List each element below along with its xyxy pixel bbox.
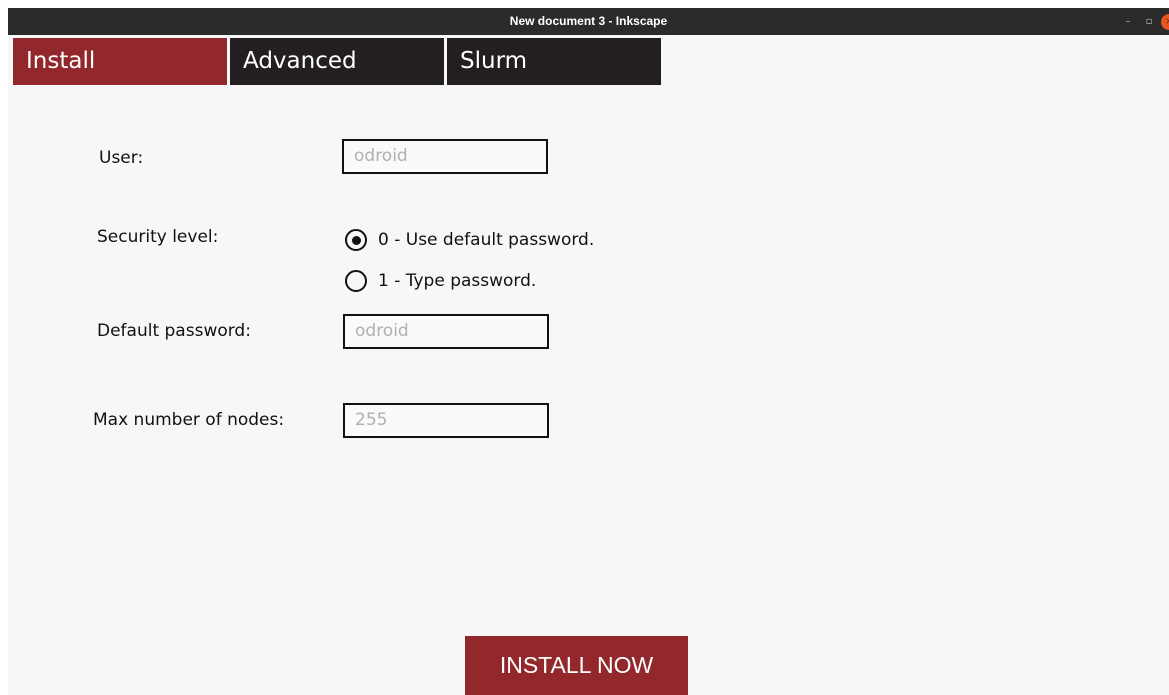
install-now-button[interactable]: INSTALL NOW — [465, 636, 688, 695]
default-password-label: Default password: — [97, 321, 251, 341]
radio-unselected-icon[interactable] — [345, 270, 367, 292]
radio-selected-icon[interactable] — [345, 229, 367, 251]
tab-slurm[interactable]: Slurm — [447, 38, 661, 85]
user-input[interactable]: odroid — [342, 139, 548, 174]
security-option-1[interactable]: 1 - Type password. — [345, 270, 536, 292]
window-title: New document 3 - Inkscape — [509, 14, 668, 28]
radio-dot — [351, 235, 361, 245]
minimize-icon[interactable]: – — [1119, 13, 1137, 31]
close-icon[interactable]: × — [1161, 13, 1169, 30]
maximize-icon[interactable]: ▫ — [1140, 13, 1158, 31]
tab-advanced[interactable]: Advanced — [230, 38, 444, 85]
security-level-label: Security level: — [97, 227, 219, 247]
security-option-0-label: 0 - Use default password. — [378, 230, 595, 250]
title-bar[interactable]: New document 3 - Inkscape – ▫ × — [8, 8, 1169, 35]
default-password-input[interactable]: odroid — [343, 314, 549, 349]
security-option-1-label: 1 - Type password. — [378, 271, 537, 291]
security-option-0[interactable]: 0 - Use default password. — [345, 229, 594, 251]
tab-bar: Install Advanced Slurm — [13, 38, 664, 85]
app-window: New document 3 - Inkscape – ▫ × Install … — [8, 8, 1169, 695]
max-nodes-label: Max number of nodes: — [93, 410, 285, 430]
max-nodes-input[interactable]: 255 — [343, 403, 549, 438]
user-label: User: — [99, 148, 144, 168]
window-controls: – ▫ × — [1116, 8, 1169, 35]
tab-install[interactable]: Install — [13, 38, 227, 85]
